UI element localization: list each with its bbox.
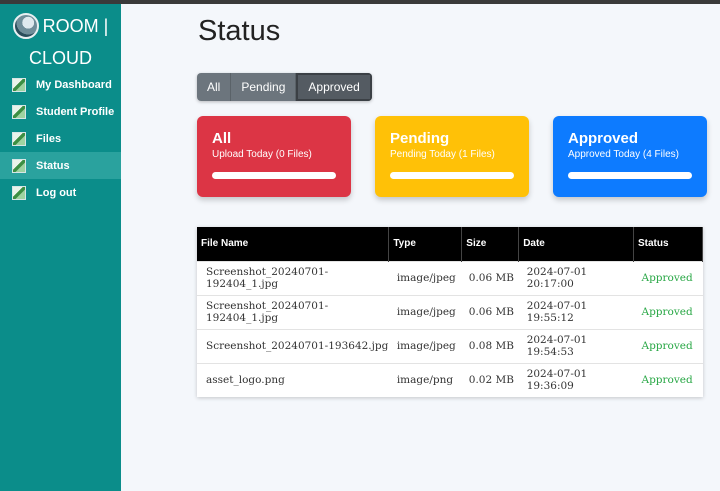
brand-line1: ROOM | — [42, 16, 109, 36]
column-header-date[interactable]: Date — [518, 227, 634, 261]
column-header-type[interactable]: Type — [388, 227, 463, 261]
column-header-file-name[interactable]: File Name — [197, 227, 390, 261]
cell-date: 2024-07-01 19:54:53 — [518, 328, 634, 363]
table-row[interactable]: Screenshot_20240701-193642.jpg image/jpe… — [197, 328, 703, 363]
card-title: All — [212, 130, 232, 147]
progress-bar — [568, 172, 692, 179]
sidebar: ROOM | CLOUD My Dashboard Student Profil… — [0, 4, 121, 491]
cell-status: Approved — [633, 294, 703, 329]
cell-type: image/png — [388, 362, 462, 397]
cell-date: 2024-07-01 19:36:09 — [518, 362, 634, 397]
card-title: Pending — [390, 130, 450, 147]
image-icon — [12, 104, 26, 119]
sidebar-item-label: My Dashboard — [36, 78, 112, 91]
brand-line2: CLOUD — [28, 48, 92, 68]
brand: ROOM | CLOUD — [0, 10, 121, 74]
cell-file-name: Screenshot_20240701-192404_1.jpg — [197, 260, 389, 295]
sidebar-item-label: Status — [36, 159, 70, 172]
cell-size: 0.08 MB — [461, 328, 519, 363]
cell-size: 0.06 MB — [461, 294, 519, 329]
cell-file-name: Screenshot_20240701-193642.jpg — [197, 328, 389, 363]
sidebar-item-label: Files — [36, 132, 62, 145]
progress-bar — [390, 172, 514, 179]
page-title: Status — [198, 15, 281, 47]
sidebar-item-label: Student Profile — [36, 105, 115, 118]
sidebar-item-files[interactable]: Files — [0, 125, 121, 152]
table-row[interactable]: Screenshot_20240701-192404_1.jpg image/j… — [197, 294, 703, 329]
filter-approved-button[interactable]: Approved — [296, 73, 372, 101]
sidebar-item-label: Log out — [36, 186, 77, 199]
cell-status: Approved — [633, 260, 703, 295]
sidebar-nav: My Dashboard Student Profile Files Statu… — [0, 71, 121, 206]
filter-all-button[interactable]: All — [197, 73, 232, 101]
table-row[interactable]: Screenshot_20240701-192404_1.jpg image/j… — [197, 260, 703, 295]
image-icon — [12, 185, 26, 200]
cell-date: 2024-07-01 20:17:00 — [518, 260, 634, 295]
column-header-status[interactable]: Status — [633, 227, 703, 261]
cell-type: image/jpeg — [388, 294, 462, 329]
image-icon — [12, 131, 26, 146]
files-table: File Name Type Size Date Status Screensh… — [197, 227, 703, 397]
cell-size: 0.06 MB — [461, 260, 519, 295]
image-icon — [12, 158, 26, 173]
table-row[interactable]: asset_logo.png image/png 0.02 MB 2024-07… — [197, 362, 703, 397]
card-approved: Approved Approved Today (4 Files) — [553, 116, 707, 197]
sidebar-item-my-dashboard[interactable]: My Dashboard — [0, 71, 121, 98]
cell-type: image/jpeg — [388, 260, 462, 295]
main-content: Status All Pending Approved All Upload T… — [121, 4, 720, 491]
sidebar-item-status[interactable]: Status — [0, 152, 121, 179]
cell-file-name: asset_logo.png — [197, 362, 389, 397]
cell-type: image/jpeg — [388, 328, 462, 363]
sidebar-item-log-out[interactable]: Log out — [0, 179, 121, 206]
card-title: Approved — [568, 130, 639, 147]
summary-cards: All Upload Today (0 Files) Pending Pendi… — [197, 116, 707, 197]
cell-status: Approved — [633, 328, 703, 363]
card-subtitle: Upload Today (0 Files) — [212, 149, 312, 160]
cell-status: Approved — [633, 362, 703, 397]
cell-date: 2024-07-01 19:55:12 — [518, 294, 634, 329]
cell-size: 0.02 MB — [461, 362, 519, 397]
column-header-size[interactable]: Size — [461, 227, 520, 261]
card-subtitle: Approved Today (4 Files) — [568, 149, 679, 160]
filter-button-group: All Pending Approved — [197, 73, 372, 101]
progress-bar — [212, 172, 336, 179]
filter-pending-button[interactable]: Pending — [231, 73, 297, 101]
card-all: All Upload Today (0 Files) — [197, 116, 351, 197]
image-icon — [12, 77, 26, 92]
table-header-row: File Name Type Size Date Status — [197, 227, 703, 261]
card-subtitle: Pending Today (1 Files) — [390, 149, 495, 160]
logo-icon — [12, 13, 39, 39]
sidebar-item-student-profile[interactable]: Student Profile — [0, 98, 121, 125]
card-pending: Pending Pending Today (1 Files) — [375, 116, 529, 197]
cell-file-name: Screenshot_20240701-192404_1.jpg — [197, 294, 389, 329]
